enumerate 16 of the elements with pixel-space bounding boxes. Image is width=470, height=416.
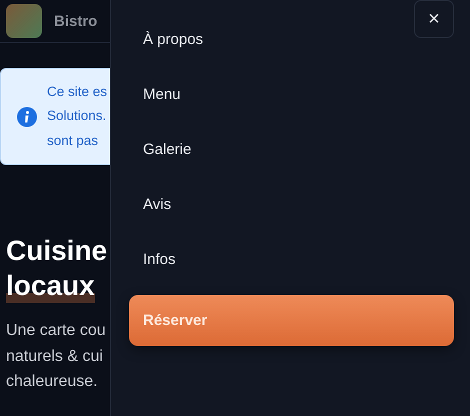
hero-text: naturels & cui	[6, 346, 103, 366]
nav-link[interactable]: Avis	[129, 177, 172, 232]
info-icon	[17, 106, 37, 126]
notice-text: Ce site es	[47, 82, 108, 101]
hero-text: Une carte cou	[6, 321, 106, 341]
nav-link[interactable]: Infos	[129, 232, 176, 287]
hero-heading: Cuisine	[6, 234, 108, 268]
nav-link[interactable]: Menu	[129, 67, 181, 122]
nav-link[interactable]: Galerie	[129, 122, 192, 177]
notice-text: sont pas	[47, 132, 98, 150]
close-button[interactable]: ×	[414, 0, 454, 38]
brand-name: Bistro	[54, 12, 98, 30]
nav-link[interactable]: À propos	[129, 12, 204, 67]
logo	[6, 4, 42, 38]
hero-text: chaleureuse.	[6, 372, 98, 392]
notice-text: Solutions.	[47, 107, 106, 126]
